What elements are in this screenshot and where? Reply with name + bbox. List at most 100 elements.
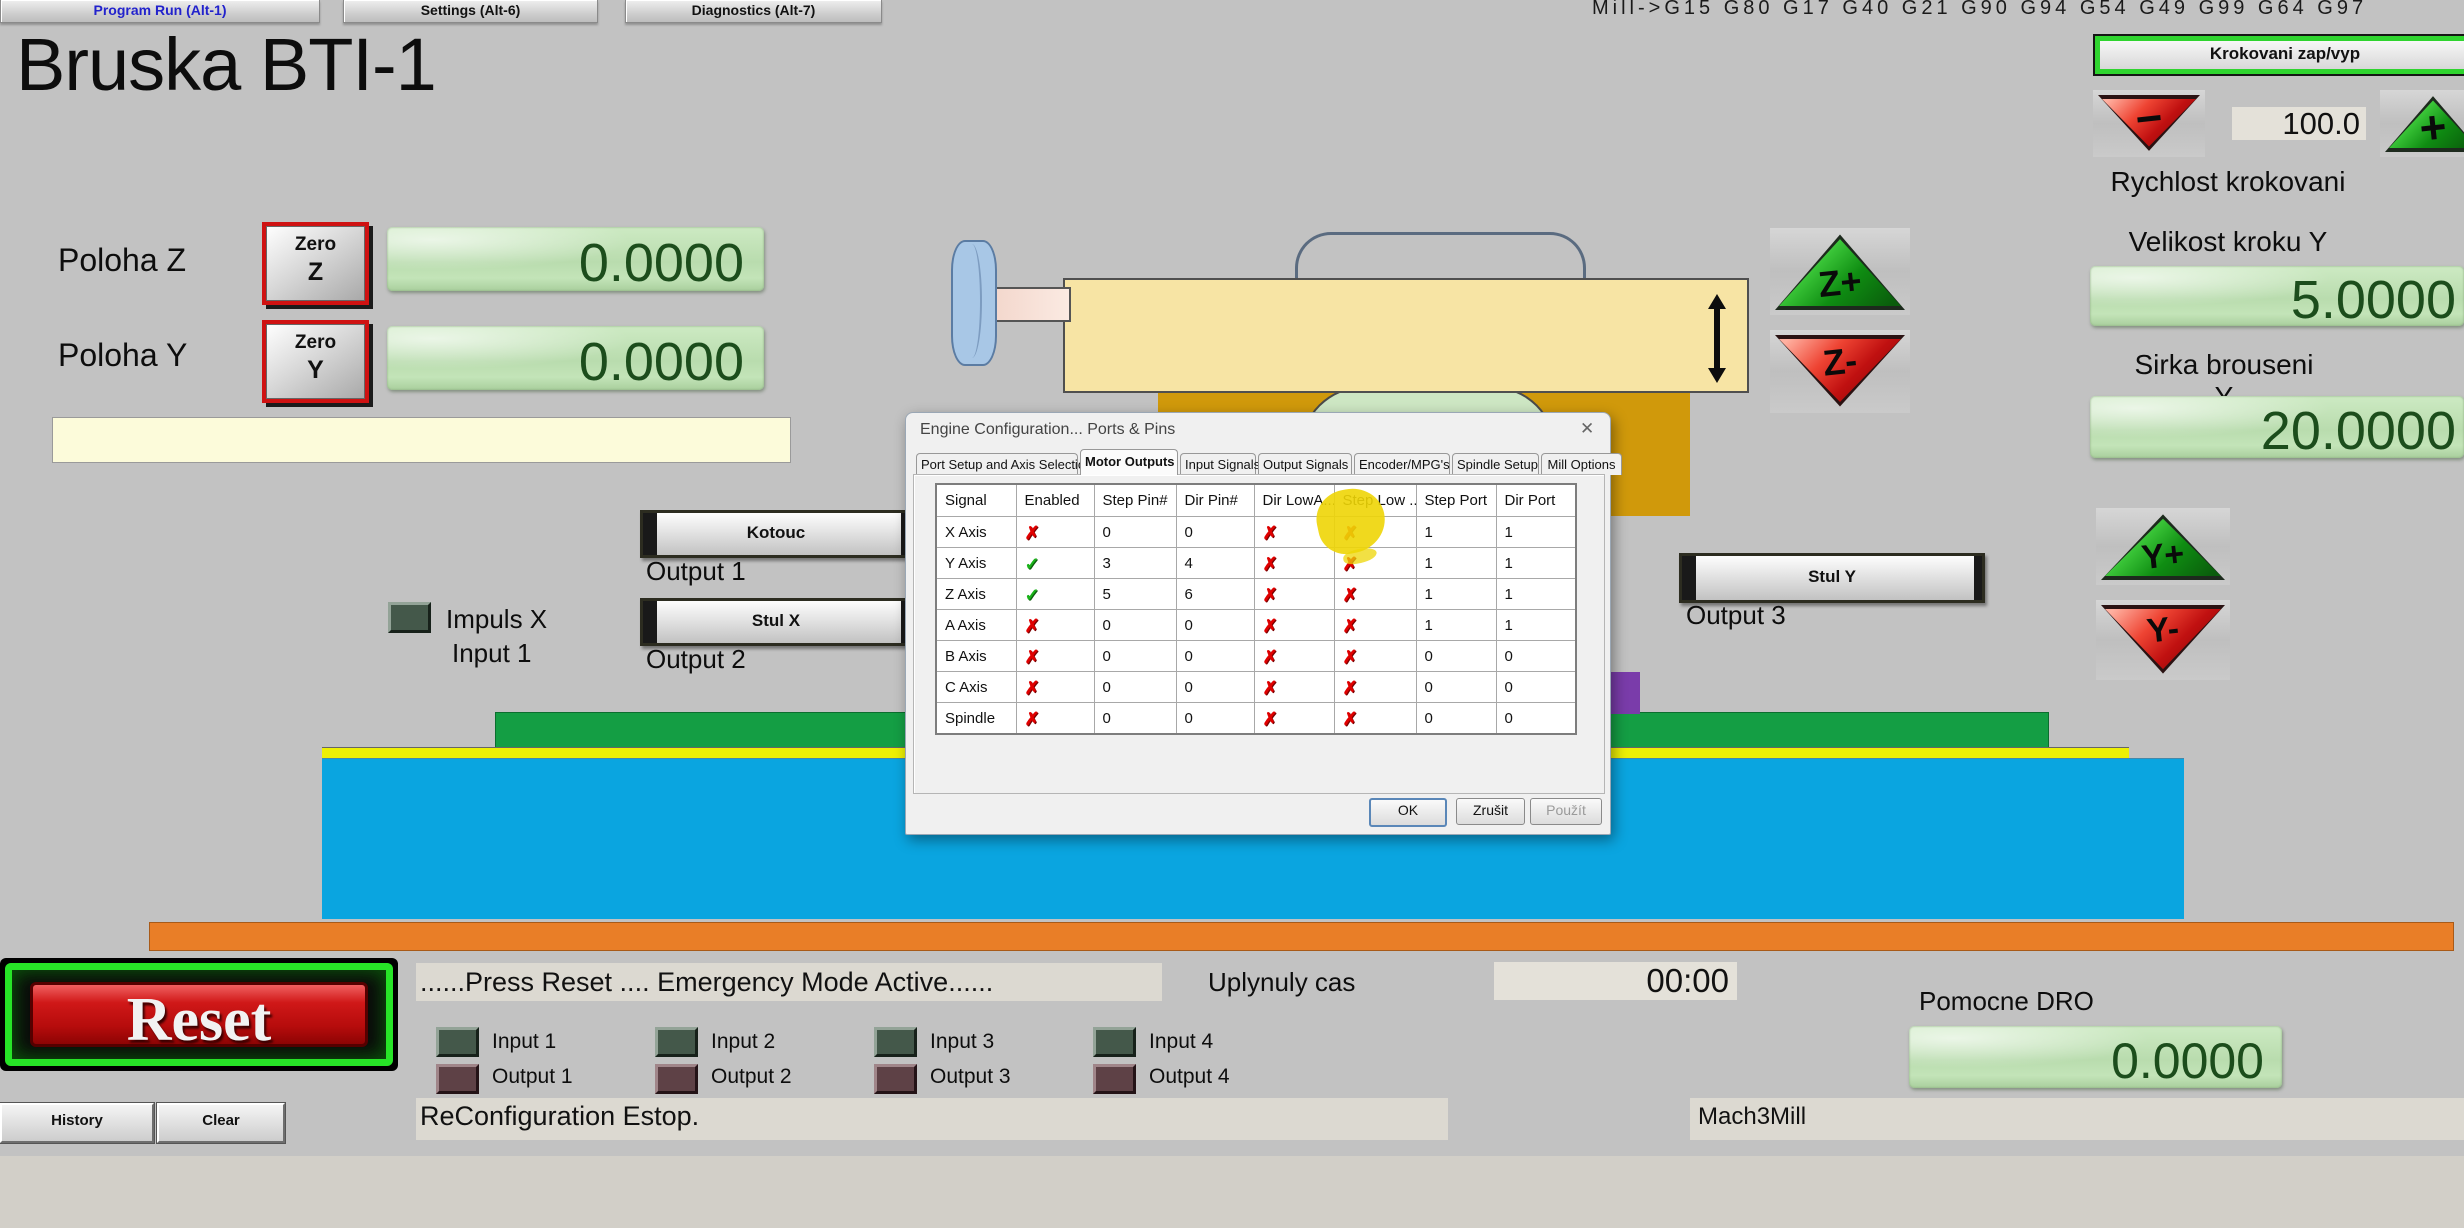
stul-x-button[interactable]: Stul X xyxy=(640,598,912,646)
zero-y-line1: Zero xyxy=(266,332,365,354)
poloha-y-label: Poloha Y xyxy=(58,337,187,374)
enabled-mark[interactable]: ✗ xyxy=(1025,618,1040,634)
input3-led xyxy=(874,1027,917,1057)
table-row[interactable]: Y Axis ✓ 34 ✗ ✗ 11 xyxy=(936,548,1576,579)
jog-y-minus-button[interactable]: Y- xyxy=(2096,600,2230,680)
tab-spindle-setup[interactable]: Spindle Setup xyxy=(1452,453,1539,475)
dir-low-mark[interactable]: ✗ xyxy=(1263,525,1278,541)
dro-sirka-brouseni[interactable]: 20.0000 xyxy=(2090,396,2464,458)
output1-label: Output 1 xyxy=(646,556,746,587)
output2-led xyxy=(655,1064,698,1094)
jog-z-minus-button[interactable]: Z- xyxy=(1770,330,1910,413)
jog-speed-value[interactable]: 100.0 xyxy=(2232,107,2366,140)
mdi-input[interactable] xyxy=(52,417,791,463)
status-message-bar: ......Press Reset .... Emergency Mode Ac… xyxy=(416,963,1162,1001)
output4-io-label: Output 4 xyxy=(1149,1062,1230,1092)
tab-diagnostics[interactable]: Diagnostics (Alt-7) xyxy=(625,0,882,23)
cancel-button[interactable]: Zrušit xyxy=(1456,798,1525,825)
dialog-tab-bar: Port Setup and Axis Selection Motor Outp… xyxy=(916,453,1622,475)
enabled-mark[interactable]: ✓ xyxy=(1025,587,1040,603)
io-column xyxy=(874,1027,917,1094)
input2-label: Input 2 xyxy=(711,1027,775,1057)
tab-port-setup[interactable]: Port Setup and Axis Selection xyxy=(916,453,1078,475)
impuls-x-label: Impuls X xyxy=(446,604,547,635)
enabled-mark[interactable]: ✗ xyxy=(1025,525,1040,541)
dir-low-mark[interactable]: ✗ xyxy=(1263,711,1278,727)
output2-io-label: Output 2 xyxy=(711,1062,792,1092)
tab-program-run[interactable]: Program Run (Alt-1) xyxy=(0,0,320,23)
step-low-mark[interactable]: ✗ xyxy=(1343,618,1358,634)
minus-icon: − xyxy=(2095,86,2202,150)
dro-z-readout[interactable]: 0.0000 xyxy=(387,227,764,291)
io-column xyxy=(436,1027,479,1094)
table-row[interactable]: A Axis ✗ 00 ✗ ✗ 11 xyxy=(936,610,1576,641)
input1-mid-label: Input 1 xyxy=(452,638,532,669)
step-low-mark[interactable]: ✗ xyxy=(1343,649,1358,665)
jog-z-plus-button[interactable]: Z+ xyxy=(1770,228,1910,315)
ports-pins-dialog: Engine Configuration... Ports & Pins ✕ P… xyxy=(905,412,1611,835)
table-row[interactable]: Z Axis ✓ 56 ✗ ✗ 11 xyxy=(936,579,1576,610)
table-row[interactable]: C Axis ✗ 00 ✗ ✗ 00 xyxy=(936,672,1576,703)
table-row[interactable]: X Axis ✗ 00 ✗ ✗ 11 xyxy=(936,517,1576,548)
tab-mill-options[interactable]: Mill Options xyxy=(1541,453,1622,475)
output3-io-label: Output 3 xyxy=(930,1062,1011,1092)
kotouc-button[interactable]: Kotouc xyxy=(640,510,912,558)
enabled-mark[interactable]: ✗ xyxy=(1025,649,1040,665)
history-button[interactable]: History xyxy=(0,1103,154,1143)
tab-input-signals[interactable]: Input Signals xyxy=(1180,453,1256,475)
plus-icon: + xyxy=(2382,95,2464,159)
jog-speed-minus-button[interactable]: − xyxy=(2093,90,2205,157)
tab-output-signals[interactable]: Output Signals xyxy=(1258,453,1352,475)
page-title: Bruska BTI-1 xyxy=(16,22,436,107)
poloha-z-label: Poloha Z xyxy=(58,242,186,279)
jog-y-plus-button[interactable]: Y+ xyxy=(2096,508,2230,585)
gcode-modes-line: Mill->G15 G80 G17 G40 G21 G90 G94 G54 G4… xyxy=(1592,0,2367,20)
dir-low-mark[interactable]: ✗ xyxy=(1263,649,1278,665)
input4-led xyxy=(1093,1027,1136,1057)
reset-label: Reset xyxy=(127,986,272,1054)
step-low-mark[interactable]: ✗ xyxy=(1343,587,1358,603)
estop-message-bar: ReConfiguration Estop. xyxy=(416,1098,1448,1140)
spindle-body-graphic xyxy=(1063,278,1749,393)
profile-name-bar: Mach3Mill xyxy=(1690,1098,2464,1140)
zero-z-line1: Zero xyxy=(266,234,365,256)
dir-low-mark[interactable]: ✗ xyxy=(1263,680,1278,696)
dro-y-readout[interactable]: 0.0000 xyxy=(387,326,764,390)
zero-z-line2: Z xyxy=(266,258,365,287)
enabled-mark[interactable]: ✗ xyxy=(1025,680,1040,696)
ok-button[interactable]: OK xyxy=(1369,798,1447,827)
enabled-mark[interactable]: ✓ xyxy=(1025,556,1040,572)
enabled-mark[interactable]: ✗ xyxy=(1025,711,1040,727)
dir-low-mark[interactable]: ✗ xyxy=(1263,618,1278,634)
z-travel-arrow-line xyxy=(1714,306,1720,370)
mach3-screen: Program Run (Alt-1) Settings (Alt-6) Dia… xyxy=(0,0,2464,1228)
krokovani-toggle-button[interactable]: Krokovani zap/vyp xyxy=(2093,34,2464,76)
bed-orange-base xyxy=(149,922,2454,951)
dro-velikost-kroku[interactable]: 5.0000 xyxy=(2090,266,2464,326)
apply-button[interactable]: Použít xyxy=(1530,798,1602,825)
close-icon[interactable]: ✕ xyxy=(1580,419,1594,439)
dir-low-mark[interactable]: ✗ xyxy=(1263,556,1278,572)
table-row[interactable]: B Axis ✗ 00 ✗ ✗ 00 xyxy=(936,641,1576,672)
output3-label: Output 3 xyxy=(1686,600,1786,631)
reset-button[interactable]: Reset xyxy=(0,958,398,1071)
dir-low-mark[interactable]: ✗ xyxy=(1263,587,1278,603)
step-low-mark[interactable]: ✗ xyxy=(1343,680,1358,696)
dro-pomocne[interactable]: 0.0000 xyxy=(1909,1026,2282,1088)
input4-label: Input 4 xyxy=(1149,1027,1213,1057)
tab-encoder-mpg[interactable]: Encoder/MPG's xyxy=(1354,453,1450,475)
table-row[interactable]: Spindle ✗ 00 ✗ ✗ 00 xyxy=(936,703,1576,735)
tab-settings[interactable]: Settings (Alt-6) xyxy=(343,0,598,23)
zero-z-button[interactable]: Zero Z xyxy=(262,222,369,305)
output2-label: Output 2 xyxy=(646,644,746,675)
step-low-mark[interactable]: ✗ xyxy=(1343,711,1358,727)
stul-y-button[interactable]: Stul Y xyxy=(1679,553,1985,603)
tab-motor-outputs[interactable]: Motor Outputs xyxy=(1080,449,1178,475)
elapsed-time-value: 00:00 xyxy=(1494,962,1737,1000)
output3-led xyxy=(874,1064,917,1094)
clear-button[interactable]: Clear xyxy=(157,1103,285,1143)
pomocne-dro-label: Pomocne DRO xyxy=(1919,986,2094,1017)
zero-y-button[interactable]: Zero Y xyxy=(262,320,369,403)
input3-label: Input 3 xyxy=(930,1027,994,1057)
jog-speed-plus-button[interactable]: + xyxy=(2380,90,2464,157)
